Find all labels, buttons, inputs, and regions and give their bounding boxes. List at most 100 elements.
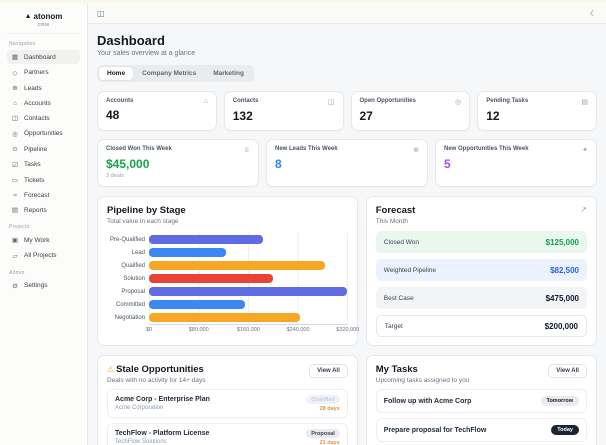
theme-toggle-icon[interactable]: ☾ <box>590 9 597 18</box>
app-window: ▲ atonom CRM Navigation ▦ Dashboard ◇ Pa… <box>0 0 606 445</box>
target-icon: ◎ <box>12 130 18 138</box>
chart-track <box>149 311 348 324</box>
tasks-view-all-button[interactable]: View All <box>548 364 587 378</box>
sidebar-item-label: Accounts <box>24 99 51 107</box>
chart-track <box>149 259 348 272</box>
page-content: Dashboard Your sales overview at a glanc… <box>88 24 606 445</box>
page-subtitle: Your sales overview at a glance <box>97 50 196 57</box>
sidebar-item-dashboard[interactable]: ▦ Dashboard <box>7 50 80 64</box>
chart-bar[interactable] <box>149 235 264 244</box>
topbar: ◫ ☾ <box>88 3 606 24</box>
stat-card-accounts: Accounts ⌂ 48 <box>97 91 217 131</box>
stat-label: New Leads This Week <box>275 146 338 152</box>
weekly-cards-row: Closed Won This Week ♕ $45,000 3 deals N… <box>97 139 597 187</box>
nav-section-projects: Projects <box>9 224 30 230</box>
sidebar-toggle-icon[interactable]: ◫ <box>97 9 105 18</box>
chart-bar[interactable] <box>149 313 301 322</box>
forecast-value: $200,000 <box>544 321 578 331</box>
stale-opportunities-panel: ⚠ Stale Opportunities Deals with no activ… <box>97 355 358 445</box>
task-label: Follow up with Acme Corp <box>383 397 472 405</box>
middle-panels-row: Pipeline by Stage Total value in each st… <box>97 196 597 346</box>
stale-row-techflow[interactable]: TechFlow - Platform License TechFlow Sol… <box>107 423 348 445</box>
clipboard-icon: ▤ <box>581 99 588 106</box>
logo-subtitle: CRM <box>37 22 50 27</box>
due-badge: Today <box>551 425 579 435</box>
sidebar-item-forecast[interactable]: ≈ Forecast <box>7 189 80 202</box>
stat-card-open-opportunities: Open Opportunities ◎ 27 <box>350 91 471 131</box>
sidebar-item-label: Reports <box>24 206 47 214</box>
chart-axis-tick: $320,000 <box>336 327 360 333</box>
chart-category-label: Committed <box>115 301 145 308</box>
sparkles-icon: ✦ <box>582 147 588 154</box>
sidebar-item-label: Opportunities <box>24 130 63 137</box>
users-icon: ◫ <box>11 115 19 122</box>
chart-category-label: Solution <box>123 275 145 282</box>
chart-category-label: Negotiation <box>114 314 145 321</box>
sidebar: ▲ atonom CRM Navigation ▦ Dashboard ◇ Pa… <box>0 3 88 445</box>
forecast-value: $82,500 <box>550 265 579 275</box>
pipeline-title: Pipeline by Stage <box>107 205 186 216</box>
my-tasks-panel: My Tasks Upcoming tasks assigned to you … <box>365 355 597 445</box>
logo-name: atonom <box>33 12 63 21</box>
chart-bar[interactable] <box>149 274 273 283</box>
stat-value: 27 <box>359 109 373 123</box>
sidebar-item-tickets[interactable]: ▭ Tickets <box>7 173 80 187</box>
forecast-label: Closed Won <box>383 238 420 246</box>
tab-bar: Home Company Metrics Marketing <box>97 65 254 82</box>
opportunity-title: Acme Corp - Enterprise Plan <box>115 396 210 403</box>
task-row-followup-acme[interactable]: Follow up with Acme Corp Tomorrow <box>375 389 587 413</box>
chart-category-label: Pre-Qualified <box>109 236 145 243</box>
sidebar-item-settings[interactable]: ⚙ Settings <box>7 279 80 293</box>
funnel-icon: ⊙ <box>12 146 18 153</box>
chart-bar[interactable] <box>149 248 227 257</box>
document-icon: ▤ <box>11 207 19 214</box>
tab-company-metrics[interactable]: Company Metrics <box>134 67 204 80</box>
chart-axis-tick: $0 <box>145 327 153 333</box>
sidebar-item-label: Forecast <box>24 191 50 199</box>
chart-row: Lead <box>107 246 348 259</box>
chart-bar[interactable] <box>149 287 347 296</box>
stage-badge: Proposal <box>306 429 340 438</box>
stale-view-all-button[interactable]: View All <box>309 364 348 378</box>
chart-category-label: Qualified <box>121 262 145 269</box>
building-icon: ⌂ <box>203 98 208 105</box>
chart-bar[interactable] <box>149 261 326 270</box>
stat-label: Contacts <box>232 98 259 104</box>
chart-row: Negotiation <box>107 311 348 324</box>
stat-card-pending-tasks: Pending Tasks ▤ 12 <box>477 91 597 131</box>
chart-row: Solution <box>107 272 348 285</box>
tab-marketing[interactable]: Marketing <box>205 67 252 80</box>
chart-bar[interactable] <box>149 300 245 309</box>
forecast-row-best-case: Best Case $475,000 <box>375 287 587 309</box>
chart-row: Committed <box>107 298 348 311</box>
stat-subtext: 3 deals <box>106 173 124 179</box>
forecast-label: Target <box>384 322 403 330</box>
sidebar-item-tasks[interactable]: ☑ Tasks <box>7 158 80 172</box>
task-row-proposal-techflow[interactable]: Prepare proposal for TechFlow Today <box>375 418 587 442</box>
opportunity-title: TechFlow - Platform License <box>115 430 210 437</box>
handshake-icon: ◇ <box>12 69 18 77</box>
pipeline-chart: Pre-Qualified Lead Qualified Solution Propos… <box>107 233 359 334</box>
pipeline-subtitle: Total value in each stage <box>107 218 179 225</box>
trending-up-icon: ↗ <box>580 205 587 214</box>
stat-label: Accounts <box>106 98 134 104</box>
sidebar-item-partners[interactable]: ◇ Partners <box>7 66 80 80</box>
sidebar-item-accounts[interactable]: ⌂ Accounts <box>7 97 80 110</box>
sidebar-item-reports[interactable]: ▤ Reports <box>7 203 80 217</box>
chart-row: Qualified <box>107 259 348 272</box>
tab-home[interactable]: Home <box>99 67 134 80</box>
chart-axis-tick: $240,000 <box>286 327 310 333</box>
sidebar-item-pipeline[interactable]: ⊙ Pipeline <box>7 142 80 156</box>
sidebar-item-leads[interactable]: ⊕ Leads <box>7 81 80 95</box>
stale-subtitle: Deals with no activity for 14+ days <box>107 377 206 384</box>
chart-track <box>149 246 348 259</box>
sidebar-item-all-projects[interactable]: ▱ All Projects <box>7 249 80 263</box>
folder-icon: ▱ <box>12 252 18 260</box>
sidebar-item-contacts[interactable]: ◫ Contacts <box>7 111 80 125</box>
stale-row-acme[interactable]: Acme Corp - Enterprise Plan Acme Corpora… <box>107 389 348 418</box>
sidebar-item-my-work[interactable]: ▣ My Work <box>7 233 80 247</box>
ticket-icon: ▭ <box>11 177 19 184</box>
sidebar-item-opportunities[interactable]: ◎ Opportunities <box>7 127 80 141</box>
chart-track <box>149 272 348 285</box>
trend-icon: ≈ <box>13 191 17 199</box>
